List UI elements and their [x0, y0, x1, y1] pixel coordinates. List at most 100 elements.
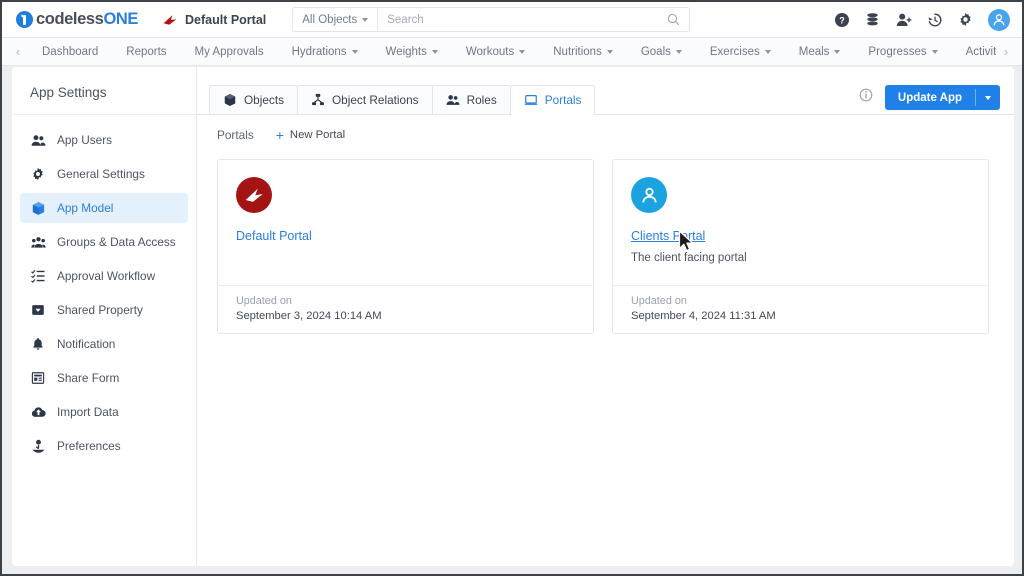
portal-card-title[interactable]: Default Portal	[236, 229, 312, 243]
update-app-label: Update App	[897, 91, 962, 104]
sidebar-item-label: App Model	[57, 201, 114, 215]
main-content: Objects Object Relations Roles Portals U…	[197, 67, 1014, 566]
updated-on-value: September 3, 2024 10:14 AM	[236, 310, 382, 322]
group-users-icon	[30, 234, 46, 250]
chevron-down-icon	[606, 49, 613, 54]
nav-label: Meals	[798, 45, 830, 58]
nav-label: Nutritions	[553, 45, 602, 58]
users-icon	[446, 93, 460, 107]
portal-card-title[interactable]: Clients Portal	[631, 229, 705, 243]
portal-card-body: Default Portal	[218, 160, 593, 285]
sidebar-item-app-users[interactable]: App Users	[20, 125, 188, 155]
nav-item-meals[interactable]: Meals	[785, 38, 855, 66]
sidebar-item-groups-data-access[interactable]: Groups & Data Access	[20, 227, 188, 257]
nav-label: Workouts	[465, 45, 515, 58]
database-icon[interactable]	[864, 11, 881, 28]
codelessone-logo-icon	[16, 11, 33, 28]
portal-card-default[interactable]: Default Portal Updated on September 3, 2…	[217, 159, 594, 334]
gear-icon[interactable]	[957, 11, 974, 28]
current-portal-name: Default Portal	[185, 12, 267, 27]
nav-item-nutritions[interactable]: Nutritions	[539, 38, 627, 66]
nav-label: Goals	[640, 45, 671, 58]
help-icon[interactable]: ?	[833, 11, 850, 28]
add-user-icon[interactable]	[895, 11, 912, 28]
new-portal-button[interactable]: + New Portal	[276, 128, 345, 142]
current-portal-chip[interactable]: Default Portal	[162, 13, 266, 27]
search-scope-dropdown[interactable]: All Objects	[293, 8, 379, 31]
nav-label: Weights	[385, 45, 427, 58]
chevron-left-icon[interactable]: ‹	[8, 44, 28, 59]
top-bar-icons: ?	[833, 8, 1010, 31]
portal-card-clients[interactable]: Clients Portal The client facing portal …	[612, 159, 989, 334]
sidebar-item-share-form[interactable]: Share Form	[20, 363, 188, 393]
chevron-right-icon[interactable]: ›	[996, 44, 1016, 59]
tab-label: Portals	[544, 93, 582, 107]
brand-logo[interactable]: codelessONE	[16, 10, 138, 29]
updated-on-label: Updated on	[631, 295, 687, 307]
tab-roles[interactable]: Roles	[431, 85, 511, 114]
history-icon[interactable]	[926, 11, 943, 28]
global-search[interactable]: All Objects	[292, 7, 691, 32]
sidebar-item-import-data[interactable]: Import Data	[20, 397, 188, 427]
update-app-button[interactable]: Update App	[884, 85, 1000, 110]
chevron-down-icon	[985, 95, 991, 100]
nav-item-progresses[interactable]: Progresses	[854, 38, 951, 66]
info-icon[interactable]	[859, 88, 873, 107]
nav-item-activities[interactable]: Activities	[952, 38, 996, 66]
portal-card-description: The client facing portal	[631, 252, 747, 264]
nav-item-weights[interactable]: Weights	[372, 38, 452, 66]
preferences-icon	[30, 438, 46, 454]
sidebar-item-preferences[interactable]: Preferences	[20, 431, 188, 461]
nav-items: Dashboard Reports My Approvals Hydration…	[28, 38, 996, 66]
sidebar-item-shared-property[interactable]: Shared Property	[20, 295, 188, 325]
sidebar-list: App Users General Settings App Model Gro…	[12, 115, 196, 461]
nav-item-workouts[interactable]: Workouts	[452, 38, 539, 66]
red-arrow-logo-icon	[163, 14, 177, 25]
red-arrow-logo-icon	[236, 177, 272, 213]
sidebar-item-label: Approval Workflow	[57, 269, 156, 283]
sidebar-item-label: App Users	[57, 133, 113, 147]
nav-item-exercises[interactable]: Exercises	[696, 38, 785, 66]
nav-item-goals[interactable]: Goals	[627, 38, 696, 66]
nav-item-dashboard[interactable]: Dashboard	[28, 38, 112, 66]
tab-objects[interactable]: Objects	[209, 85, 298, 114]
sidebar-item-label: Groups & Data Access	[57, 235, 176, 249]
relations-icon	[311, 93, 325, 107]
nav-item-reports[interactable]: Reports	[112, 38, 180, 66]
breadcrumb-row: Portals + New Portal	[197, 115, 1014, 142]
person-icon	[631, 177, 667, 213]
nav-item-my-approvals[interactable]: My Approvals	[181, 38, 278, 66]
nav-label: Exercises	[709, 45, 760, 58]
chevron-down-icon	[675, 49, 682, 54]
search-icon[interactable]	[667, 13, 689, 26]
portal-cards: Default Portal Updated on September 3, 2…	[197, 142, 1014, 334]
sidebar-item-app-model[interactable]: App Model	[20, 193, 188, 223]
nav-item-hydrations[interactable]: Hydrations	[278, 38, 372, 66]
sidebar-item-label: Share Form	[57, 371, 120, 385]
cube-icon	[30, 200, 46, 216]
update-app-dropdown[interactable]	[976, 95, 1000, 100]
sidebar-item-notification[interactable]: Notification	[20, 329, 188, 359]
chevron-down-icon	[834, 49, 841, 54]
new-portal-label: New Portal	[289, 129, 346, 141]
search-input[interactable]	[378, 8, 668, 31]
sidebar-item-approval-workflow[interactable]: Approval Workflow	[20, 261, 188, 291]
tab-portals[interactable]: Portals	[509, 85, 596, 115]
sidebar-item-label: Shared Property	[57, 303, 143, 317]
portal-card-footer: Updated on September 3, 2024 10:14 AM	[218, 285, 593, 333]
top-bar: codelessONE Default Portal All Objects S…	[2, 2, 1022, 38]
sidebar-item-label: General Settings	[57, 167, 145, 181]
brand-name: codelessONE	[36, 10, 138, 29]
sidebar-item-general-settings[interactable]: General Settings	[20, 159, 188, 189]
nav-label: My Approvals	[194, 45, 264, 58]
nav-label: Activities	[965, 45, 996, 58]
sidebar-title: App Settings	[12, 69, 196, 115]
tab-object-relations[interactable]: Object Relations	[297, 85, 433, 114]
chevron-down-icon	[362, 17, 369, 22]
tab-label: Objects	[244, 93, 284, 107]
user-avatar-icon[interactable]	[988, 8, 1010, 31]
nav-label: Hydrations	[291, 45, 347, 58]
cloud-upload-icon	[30, 404, 46, 420]
chevron-down-icon	[764, 49, 771, 54]
chevron-down-icon	[351, 49, 358, 54]
